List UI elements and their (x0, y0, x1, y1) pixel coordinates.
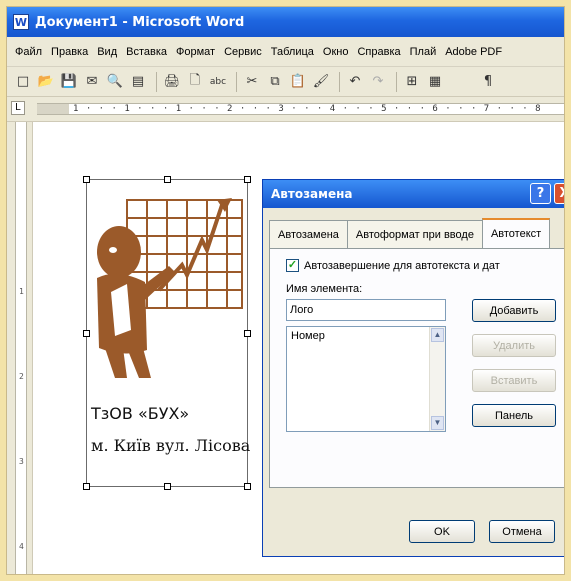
vertical-ruler-mark: 2 (19, 372, 24, 381)
menu-tools[interactable]: Сервис (224, 46, 262, 58)
cut-icon[interactable]: ✂ (242, 72, 262, 92)
doc-map-icon[interactable]: ▦ (425, 72, 445, 92)
window-title: Документ1 - Microsoft Word (35, 14, 245, 30)
table-icon[interactable]: ⊞ (402, 72, 422, 92)
resize-handle[interactable] (244, 483, 251, 490)
open-icon[interactable]: 📂 (36, 72, 56, 92)
tab-selector[interactable]: L (11, 101, 25, 115)
ruler-margin (37, 103, 69, 115)
logo-company-name: ТзОВ «БУХ» (91, 404, 190, 423)
menu-insert[interactable]: Вставка (126, 46, 167, 58)
paste-icon[interactable]: 📋 (288, 72, 308, 92)
cancel-button[interactable]: Отмена (489, 520, 555, 543)
name-field-label: Имя элемента: (286, 283, 363, 295)
help-button[interactable]: ? (530, 183, 551, 204)
menu-view[interactable]: Вид (97, 46, 117, 58)
checkbox-checked-icon[interactable]: ✓ (286, 259, 299, 272)
insert-button[interactable]: Вставить (472, 369, 556, 392)
close-button[interactable]: X (554, 183, 564, 204)
element-name-input[interactable]: Лого (286, 299, 446, 321)
dialog-title: Автозамена (271, 187, 353, 201)
tab-autotext[interactable]: Автотекст (481, 218, 551, 248)
menu-table[interactable]: Таблица (271, 46, 314, 58)
vertical-ruler-strip[interactable]: 1 2 3 4 (15, 122, 27, 574)
ruler-marks[interactable]: 1 · · · 1 · · · 1 · · · 2 · · · 3 · · · … (69, 103, 564, 115)
list-item[interactable]: Номер (291, 330, 325, 342)
menu-window[interactable]: Окно (323, 46, 349, 58)
vertical-ruler-mark: 1 (19, 287, 24, 296)
vertical-ruler: 1 2 3 4 (7, 122, 33, 574)
research-icon[interactable]: ▤ (128, 72, 148, 92)
toolbar-separator (156, 71, 157, 92)
logo-image (97, 198, 243, 378)
toolbar-separator (396, 71, 397, 92)
toolbar-separator (339, 71, 340, 92)
print-icon[interactable]: 🖨 (162, 72, 182, 92)
menu-file[interactable]: Файл (15, 46, 42, 58)
spelling-icon[interactable]: abc (208, 72, 228, 92)
panel-button[interactable]: Панель (472, 404, 556, 427)
list-scrollbar[interactable]: ▲ ▼ (429, 327, 445, 431)
title-bar: W Документ1 - Microsoft Word (7, 7, 564, 37)
permission-icon[interactable]: ✉ (82, 72, 102, 92)
scroll-up-icon[interactable]: ▲ (431, 328, 444, 342)
add-button[interactable]: Добавить (472, 299, 556, 322)
menu-format[interactable]: Формат (176, 46, 215, 58)
resize-handle[interactable] (164, 483, 171, 490)
word-window: W Документ1 - Microsoft Word Файл Правка… (6, 6, 565, 575)
toolbar-separator (236, 71, 237, 92)
word-app-icon: W (13, 14, 29, 30)
copy-icon[interactable]: ⧉ (265, 72, 285, 92)
logo-address: м. Київ вул. Лісова (91, 436, 251, 455)
search-icon[interactable]: 🔍 (105, 72, 125, 92)
dialog-title-bar: Автозамена ? X (263, 180, 564, 208)
menu-help[interactable]: Справка (357, 46, 400, 58)
tab-autoformat-as-you-type[interactable]: Автоформат при вводе (346, 220, 483, 248)
show-hide-icon[interactable]: ¶ (478, 72, 498, 92)
menu-edit[interactable]: Правка (51, 46, 88, 58)
autocomplete-checkbox-label: Автозавершение для автотекста и дат (304, 259, 500, 272)
delete-button[interactable]: Удалить (472, 334, 556, 357)
new-icon[interactable]: □ (13, 72, 33, 92)
vertical-ruler-mark: 3 (19, 457, 24, 466)
horizontal-ruler: L 1 · · · 1 · · · 1 · · · 2 · · · 3 · · … (7, 97, 564, 122)
menu-plai[interactable]: Плай (410, 46, 437, 58)
preview-icon[interactable]: 🗋 (185, 72, 205, 92)
autocomplete-checkbox-row[interactable]: ✓ Автозавершение для автотекста и дат (286, 259, 500, 272)
standard-toolbar: □ 📂 💾 ✉ 🔍 ▤ 🖨 🗋 abc ✂ ⧉ 📋 🖌 ↶ ↷ ⊞ ▦ ¶ (7, 67, 564, 97)
format-painter-icon[interactable]: 🖌 (311, 72, 331, 92)
autotext-panel: ✓ Автозавершение для автотекста и дат Им… (269, 248, 564, 488)
dialog-tabs: Автозамена Автоформат при вводе Автотекс… (269, 218, 551, 248)
vertical-ruler-mark: 4 (19, 542, 24, 551)
save-icon[interactable]: 💾 (59, 72, 79, 92)
tab-autocorrect[interactable]: Автозамена (269, 220, 348, 248)
menu-bar: Файл Правка Вид Вставка Формат Сервис Та… (7, 37, 564, 67)
undo-icon[interactable]: ↶ (345, 72, 365, 92)
resize-handle[interactable] (83, 483, 90, 490)
scroll-down-icon[interactable]: ▼ (431, 416, 444, 430)
redo-icon[interactable]: ↷ (368, 72, 388, 92)
menu-adobe-pdf[interactable]: Adobe PDF (445, 46, 502, 58)
logo-selection-frame[interactable]: ТзОВ «БУХ» м. Київ вул. Лісова (83, 176, 251, 490)
autotext-list[interactable]: Номер ▲ ▼ (286, 326, 446, 432)
autocorrect-dialog: Автозамена ? X Автозамена Автоформат при… (262, 179, 564, 557)
ok-button[interactable]: OK (409, 520, 475, 543)
